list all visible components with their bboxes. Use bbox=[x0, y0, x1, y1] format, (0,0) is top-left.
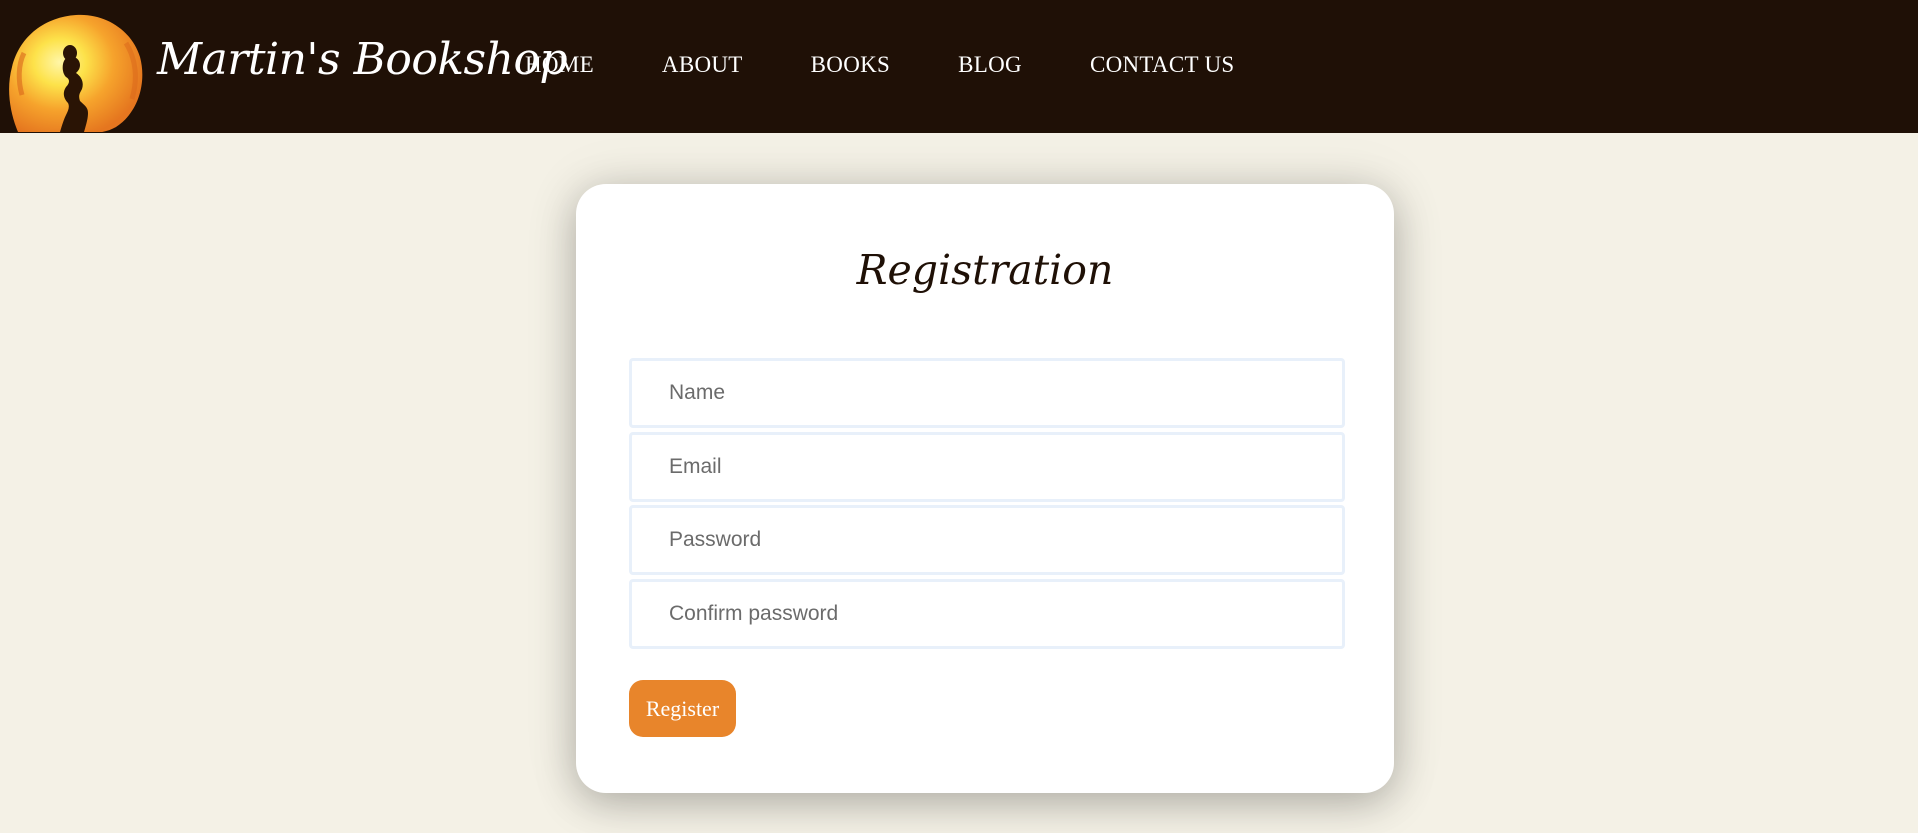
form-title: Registration bbox=[856, 246, 1114, 294]
nav-item-contact-us[interactable]: CONTACT US bbox=[1070, 52, 1255, 78]
nav-item-home[interactable]: HOME bbox=[505, 52, 614, 78]
site-header: Martin's Bookshop HOME ABOUT BOOKS BLOG … bbox=[0, 0, 1918, 133]
confirm-password-input[interactable] bbox=[629, 579, 1345, 649]
email-input[interactable] bbox=[629, 432, 1345, 502]
sunset-reader-logo-icon[interactable] bbox=[8, 13, 145, 132]
register-button[interactable]: Register bbox=[629, 680, 736, 737]
nav-item-blog[interactable]: BLOG bbox=[938, 52, 1042, 78]
password-input[interactable] bbox=[629, 505, 1345, 575]
main-nav: HOME ABOUT BOOKS BLOG CONTACT US bbox=[505, 52, 1254, 78]
name-input[interactable] bbox=[629, 358, 1345, 428]
nav-item-about[interactable]: ABOUT bbox=[642, 52, 763, 78]
nav-item-books[interactable]: BOOKS bbox=[791, 52, 910, 78]
registration-card: Registration Register bbox=[576, 184, 1394, 793]
